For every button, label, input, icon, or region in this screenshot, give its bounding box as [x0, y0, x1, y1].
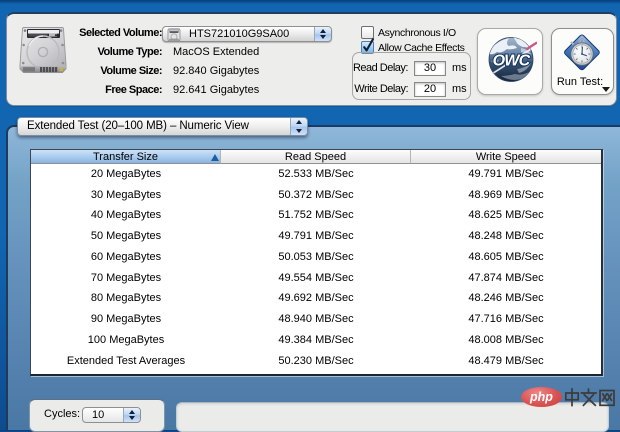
svg-text:OWC: OWC: [493, 53, 531, 70]
